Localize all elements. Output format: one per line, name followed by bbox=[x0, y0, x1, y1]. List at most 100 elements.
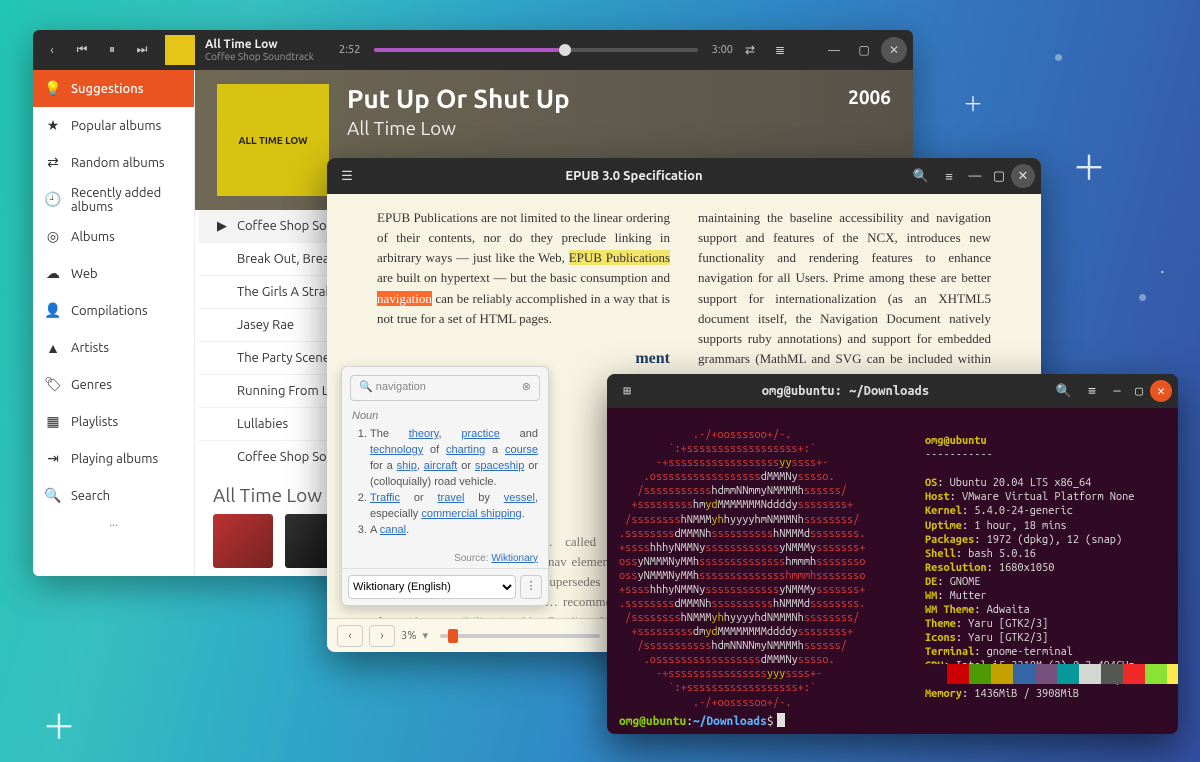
now-playing-subtitle: Coffee Shop Soundtrack bbox=[205, 51, 335, 62]
album-year: 2006 bbox=[848, 86, 891, 108]
terminal-window: ⊞ omg@ubuntu: ~/Downloads 🔍 ≡ — ▢ ✕ .-/+… bbox=[607, 374, 1178, 734]
dict-sense: A canal. bbox=[370, 523, 538, 539]
sidebar-item[interactable]: ⇄Random albums bbox=[33, 144, 194, 181]
palette-swatch bbox=[991, 664, 1013, 684]
info-line: Memory: 1436MiB / 3908MiB bbox=[925, 687, 1141, 701]
sidebar-item[interactable]: ★Popular albums bbox=[33, 107, 194, 144]
sidebar-label: Genres bbox=[71, 378, 112, 392]
sidebar-label: Playlists bbox=[71, 415, 118, 429]
neofetch-info: omg@ubuntu ----------- OS: Ubuntu 20.04 … bbox=[925, 420, 1141, 702]
album-cover: ALL TIME LOW bbox=[217, 84, 329, 196]
sidebar-item[interactable]: ▦Playlists bbox=[33, 403, 194, 440]
info-line: Host: VMware Virtual Platform None bbox=[925, 490, 1141, 504]
color-palette bbox=[925, 664, 1178, 684]
sidebar-icon: 🏷 bbox=[45, 376, 61, 393]
prev-page-button[interactable]: ‹ bbox=[337, 625, 363, 647]
sidebar-item[interactable]: ▲ Artists bbox=[33, 329, 194, 366]
sidebar-label: Search bbox=[71, 489, 110, 503]
terminal-header: ⊞ omg@ubuntu: ~/Downloads 🔍 ≡ — ▢ ✕ bbox=[607, 374, 1178, 408]
epub-header: ☰ EPUB 3.0 Specification 🔍 ≡ — ▢ ✕ bbox=[327, 158, 1041, 194]
palette-swatch bbox=[1035, 664, 1057, 684]
seek-slider[interactable] bbox=[374, 48, 697, 52]
prev-track-button[interactable]: ⏮ bbox=[69, 37, 95, 63]
next-track-button[interactable]: ⏭ bbox=[129, 37, 155, 63]
palette-swatch bbox=[1079, 664, 1101, 684]
sidebar-icon: ⇄ bbox=[45, 154, 61, 171]
palette-swatch bbox=[1123, 664, 1145, 684]
pause-button[interactable]: ⏸ bbox=[99, 37, 125, 63]
related-album-tile[interactable] bbox=[213, 514, 273, 568]
now-playing-title: All Time Low bbox=[205, 38, 335, 51]
progress-pct: 3% bbox=[401, 630, 416, 642]
info-line: DE: GNOME bbox=[925, 575, 1141, 589]
album-title: Put Up Or Shut Up bbox=[347, 84, 570, 113]
sidebar-item[interactable]: ⇥ Playing albums bbox=[33, 440, 194, 477]
terminal-title: omg@ubuntu: ~/Downloads bbox=[641, 384, 1050, 398]
back-button[interactable]: ‹ bbox=[39, 37, 65, 63]
dictionary-popup: 🔍 navigation ⊗ Noun The theory, practice… bbox=[341, 366, 549, 606]
clear-icon[interactable]: ⊗ bbox=[522, 379, 531, 396]
sidebar-icon: ▲ bbox=[45, 340, 61, 356]
sidebar-icon: ⇥ bbox=[45, 450, 61, 467]
palette-swatch bbox=[1145, 664, 1167, 684]
minimize-button[interactable]: — bbox=[1106, 380, 1128, 402]
time-total: 3:00 bbox=[712, 44, 733, 56]
play-icon: ▶ bbox=[217, 219, 227, 234]
info-line: Shell: bash 5.0.16 bbox=[925, 547, 1141, 561]
info-line: WM Theme: Adwaita bbox=[925, 603, 1141, 617]
cursor bbox=[777, 713, 785, 727]
search-button[interactable]: 🔍 bbox=[1050, 378, 1078, 404]
menu-button[interactable]: ≡ bbox=[935, 163, 963, 189]
new-tab-button[interactable]: ⊞ bbox=[613, 378, 641, 404]
info-line: Terminal: gnome-terminal bbox=[925, 645, 1141, 659]
progress-slider[interactable] bbox=[440, 634, 600, 638]
sidebar-label: Compilations bbox=[71, 304, 148, 318]
minimize-button[interactable]: — bbox=[821, 37, 847, 63]
next-page-button[interactable]: › bbox=[369, 625, 395, 647]
dict-search-input[interactable]: 🔍 navigation ⊗ bbox=[350, 375, 540, 401]
close-button[interactable]: ✕ bbox=[1011, 164, 1035, 188]
music-header: ‹ ⏮ ⏸ ⏭ All Time Low Coffee Shop Soundtr… bbox=[33, 30, 913, 70]
music-sidebar: 💡Suggestions★Popular albums⇄Random album… bbox=[33, 70, 195, 576]
sidebar-icon: ◎ bbox=[45, 228, 61, 245]
sidebar-item[interactable]: 🔍Search bbox=[33, 477, 194, 514]
sidebar-item[interactable]: ◎ Albums bbox=[33, 218, 194, 255]
track-title: Jasey Rae bbox=[237, 318, 294, 332]
sidebar-item[interactable]: ☁Web bbox=[33, 255, 194, 292]
shell-prompt[interactable]: omg@ubuntu:~/Downloads$ bbox=[619, 713, 785, 728]
close-button[interactable]: ✕ bbox=[881, 37, 907, 63]
palette-swatch bbox=[1167, 664, 1178, 684]
maximize-button[interactable]: ▢ bbox=[1128, 380, 1150, 402]
minimize-button[interactable]: — bbox=[963, 164, 987, 188]
toc-button[interactable]: ☰ bbox=[333, 163, 361, 189]
now-playing-thumb bbox=[165, 35, 195, 65]
info-line: Resolution: 1680x1050 bbox=[925, 561, 1141, 575]
sidebar-label: Playing albums bbox=[71, 452, 158, 466]
sidebar-icon: 🕘 bbox=[45, 191, 61, 208]
palette-swatch bbox=[1057, 664, 1079, 684]
album-artist: All Time Low bbox=[347, 117, 570, 139]
sidebar-item[interactable]: 🏷 Genres bbox=[33, 366, 194, 403]
queue-button[interactable]: ≣ bbox=[767, 37, 793, 63]
palette-swatch bbox=[969, 664, 991, 684]
sidebar-label: Suggestions bbox=[71, 82, 144, 96]
sidebar-item[interactable]: 👤 Compilations bbox=[33, 292, 194, 329]
sidebar-label: Popular albums bbox=[71, 119, 161, 133]
sidebar-label: Artists bbox=[71, 341, 109, 355]
highlight-orange: navigation bbox=[377, 291, 432, 306]
sidebar-label: Albums bbox=[71, 230, 115, 244]
maximize-button[interactable]: ▢ bbox=[851, 37, 877, 63]
sidebar-more[interactable]: ... bbox=[33, 514, 194, 531]
dict-pos: Noun bbox=[352, 410, 378, 422]
search-button[interactable]: 🔍 bbox=[907, 163, 935, 189]
sidebar-icon: 👤 bbox=[45, 302, 61, 319]
sidebar-item[interactable]: 💡Suggestions bbox=[33, 70, 194, 107]
dict-source-select[interactable]: Wiktionary (English) bbox=[348, 575, 516, 599]
dict-more-button[interactable]: ⋮ bbox=[520, 575, 542, 599]
info-line: Uptime: 1 hour, 18 mins bbox=[925, 519, 1141, 533]
close-button[interactable]: ✕ bbox=[1150, 380, 1172, 402]
menu-button[interactable]: ≡ bbox=[1078, 378, 1106, 404]
shuffle-button[interactable]: ⇄ bbox=[737, 37, 763, 63]
sidebar-item[interactable]: 🕘Recently added albums bbox=[33, 181, 194, 218]
maximize-button[interactable]: ▢ bbox=[987, 164, 1011, 188]
